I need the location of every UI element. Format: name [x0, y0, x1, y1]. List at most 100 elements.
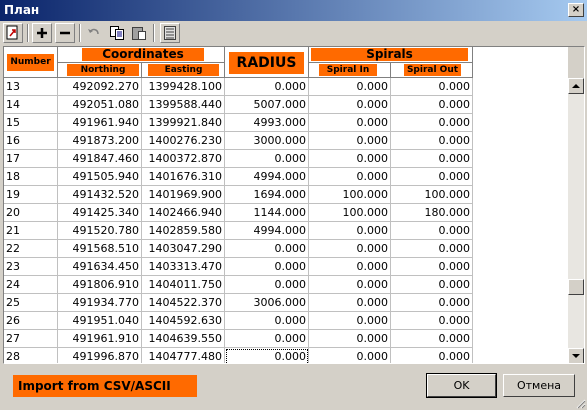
table-button[interactable] — [160, 23, 180, 43]
cell-radius[interactable]: 4994.000 — [225, 222, 309, 240]
cell-number[interactable]: 27 — [4, 330, 58, 348]
cell-easting[interactable]: 1399921.840 — [142, 114, 225, 132]
table-row[interactable]: 24 491806.910 1404011.750 0.000 0.000 0.000 — [4, 276, 569, 294]
export-button[interactable] — [3, 23, 23, 43]
cell-easting[interactable]: 1404522.370 — [142, 294, 225, 312]
import-csv-button[interactable]: Import from CSV/ASCII — [13, 375, 197, 397]
cell-radius[interactable]: 4994.000 — [225, 168, 309, 186]
cell-easting[interactable]: 1401969.900 — [142, 186, 225, 204]
cell-spiral-out[interactable]: 0.000 — [391, 78, 473, 96]
cell-number[interactable]: 15 — [4, 114, 58, 132]
table-row[interactable]: 25 491934.770 1404522.370 3006.000 0.000 0.00… — [4, 294, 569, 312]
cell-spiral-out[interactable]: 0.000 — [391, 240, 473, 258]
copy-button[interactable] — [107, 23, 127, 43]
cell-northing[interactable]: 491873.200 — [58, 132, 142, 150]
cell-radius[interactable]: 0.000 — [225, 78, 309, 96]
cell-radius[interactable]: 0.000 — [225, 312, 309, 330]
cell-spiral-in[interactable]: 0.000 — [309, 276, 391, 294]
cell-spiral-out[interactable]: 0.000 — [391, 312, 473, 330]
cell-radius[interactable]: 0.000 — [225, 276, 309, 294]
cell-northing[interactable]: 491634.450 — [58, 258, 142, 276]
header-spiral-out[interactable]: Spiral Out — [391, 62, 473, 78]
cell-northing[interactable]: 491806.910 — [58, 276, 142, 294]
cell-northing[interactable]: 491568.510 — [58, 240, 142, 258]
cell-spiral-out[interactable]: 0.000 — [391, 114, 473, 132]
cell-easting[interactable]: 1404639.550 — [142, 330, 225, 348]
cell-radius[interactable]: 0.000 — [225, 150, 309, 168]
header-radius[interactable]: RADIUS — [225, 47, 309, 78]
cell-spiral-in[interactable]: 0.000 — [309, 348, 391, 363]
cell-northing[interactable]: 491996.870 — [58, 348, 142, 363]
table-row[interactable]: 28 491996.870 1404777.480 0.000 0.000 0.000 — [4, 348, 569, 363]
cell-spiral-in[interactable]: 100.000 — [309, 186, 391, 204]
undo-button[interactable] — [84, 23, 104, 43]
cell-spiral-in[interactable]: 0.000 — [309, 312, 391, 330]
cell-spiral-in[interactable]: 0.000 — [309, 168, 391, 186]
cell-spiral-in[interactable]: 0.000 — [309, 240, 391, 258]
cell-northing[interactable]: 491505.940 — [58, 168, 142, 186]
cell-spiral-out[interactable]: 0.000 — [391, 132, 473, 150]
vertical-scrollbar[interactable] — [568, 78, 584, 363]
cell-easting[interactable]: 1400276.230 — [142, 132, 225, 150]
add-row-button[interactable] — [32, 23, 52, 43]
cell-spiral-out[interactable]: 100.000 — [391, 186, 473, 204]
scroll-up-button[interactable] — [568, 78, 584, 94]
cell-radius[interactable]: 0.000 — [225, 330, 309, 348]
cell-spiral-out[interactable]: 0.000 — [391, 348, 473, 363]
cell-radius[interactable]: 0.000 — [225, 348, 309, 363]
close-button[interactable]: × — [568, 3, 584, 17]
cell-northing[interactable]: 491951.040 — [58, 312, 142, 330]
table-row[interactable]: 26 491951.040 1404592.630 0.000 0.000 0.000 — [4, 312, 569, 330]
cell-easting[interactable]: 1402859.580 — [142, 222, 225, 240]
cell-spiral-in[interactable]: 0.000 — [309, 96, 391, 114]
header-easting[interactable]: Easting — [142, 62, 225, 78]
paste-button[interactable] — [129, 23, 149, 43]
cell-northing[interactable]: 491425.340 — [58, 204, 142, 222]
table-row[interactable]: 20 491425.340 1402466.940 1144.000 100.000 18… — [4, 204, 569, 222]
cell-northing[interactable]: 491432.520 — [58, 186, 142, 204]
cell-spiral-in[interactable]: 0.000 — [309, 150, 391, 168]
cell-number[interactable]: 25 — [4, 294, 58, 312]
cell-spiral-in[interactable]: 0.000 — [309, 132, 391, 150]
cell-easting[interactable]: 1399588.440 — [142, 96, 225, 114]
cell-spiral-in[interactable]: 100.000 — [309, 204, 391, 222]
table-row[interactable]: 17 491847.460 1400372.870 0.000 0.000 0.000 — [4, 150, 569, 168]
cell-spiral-out[interactable]: 0.000 — [391, 96, 473, 114]
cancel-button[interactable]: Отмена — [503, 374, 575, 397]
table-row[interactable]: 13 492092.270 1399428.100 0.000 0.000 0.000 — [4, 78, 569, 96]
cell-spiral-in[interactable]: 0.000 — [309, 222, 391, 240]
cell-radius[interactable]: 1694.000 — [225, 186, 309, 204]
cell-number[interactable]: 19 — [4, 186, 58, 204]
resize-grip-icon[interactable] — [574, 397, 586, 409]
cell-number[interactable]: 13 — [4, 78, 58, 96]
cell-easting[interactable]: 1401676.310 — [142, 168, 225, 186]
table-row[interactable]: 14 492051.080 1399588.440 5007.000 0.000 0.00… — [4, 96, 569, 114]
cell-easting[interactable]: 1399428.100 — [142, 78, 225, 96]
header-northing[interactable]: Northing — [58, 62, 142, 78]
cell-spiral-out[interactable]: 0.000 — [391, 222, 473, 240]
cell-northing[interactable]: 492051.080 — [58, 96, 142, 114]
header-spiral-in[interactable]: Spiral In — [309, 62, 391, 78]
cell-spiral-out[interactable]: 0.000 — [391, 330, 473, 348]
cell-radius[interactable]: 3006.000 — [225, 294, 309, 312]
cell-northing[interactable]: 491847.460 — [58, 150, 142, 168]
cell-spiral-out[interactable]: 0.000 — [391, 276, 473, 294]
cell-easting[interactable]: 1402466.940 — [142, 204, 225, 222]
cell-northing[interactable]: 491520.780 — [58, 222, 142, 240]
table-row[interactable]: 16 491873.200 1400276.230 3000.000 0.000 0.00… — [4, 132, 569, 150]
cell-radius[interactable]: 5007.000 — [225, 96, 309, 114]
cell-number[interactable]: 16 — [4, 132, 58, 150]
cell-spiral-out[interactable]: 180.000 — [391, 204, 473, 222]
cell-number[interactable]: 26 — [4, 312, 58, 330]
cell-easting[interactable]: 1403313.470 — [142, 258, 225, 276]
table-row[interactable]: 19 491432.520 1401969.900 1694.000 100.000 10… — [4, 186, 569, 204]
cell-radius[interactable]: 1144.000 — [225, 204, 309, 222]
table-row[interactable]: 21 491520.780 1402859.580 4994.000 0.000 0.00… — [4, 222, 569, 240]
cell-number[interactable]: 18 — [4, 168, 58, 186]
table-row[interactable]: 18 491505.940 1401676.310 4994.000 0.000 0.00… — [4, 168, 569, 186]
table-row[interactable]: 15 491961.940 1399921.840 4993.000 0.000 0.00… — [4, 114, 569, 132]
cell-northing[interactable]: 491934.770 — [58, 294, 142, 312]
table-row[interactable]: 22 491568.510 1403047.290 0.000 0.000 0.000 — [4, 240, 569, 258]
table-row[interactable]: 23 491634.450 1403313.470 0.000 0.000 0.000 — [4, 258, 569, 276]
cell-spiral-in[interactable]: 0.000 — [309, 78, 391, 96]
